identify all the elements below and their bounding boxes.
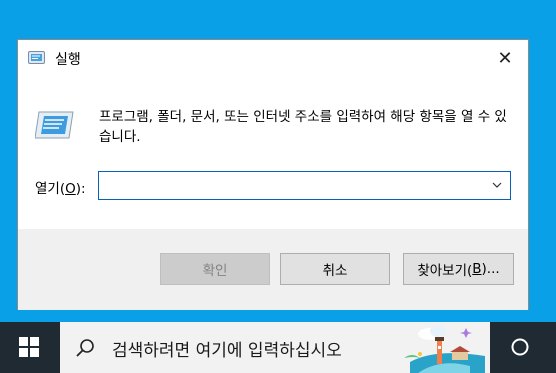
close-icon: ✕ — [497, 48, 513, 69]
dialog-description: 프로그램, 폴더, 문서, 또는 인터넷 주소를 입력하여 해당 항목을 열 수… — [99, 109, 507, 145]
ok-button[interactable]: 확인 — [160, 253, 270, 285]
cortana-circle-icon — [511, 338, 529, 356]
run-dialog: 실행 ✕ 프로그램, 폴더, 문서, 또는 인터넷 주소를 입력하여 해당 항목… — [17, 39, 529, 310]
taskbar: 검색하려면 여기에 입력하십시오 — [0, 322, 556, 373]
close-button[interactable]: ✕ — [482, 40, 528, 78]
windows-start-icon — [19, 337, 39, 357]
open-label: 열기(O): — [35, 181, 86, 197]
search-icon — [76, 339, 94, 357]
title-bar[interactable]: 실행 ✕ — [18, 40, 528, 78]
open-access-key: O — [65, 181, 76, 197]
browse-button[interactable]: 찾아보기(B)... — [403, 253, 514, 285]
run-app-icon — [28, 51, 45, 64]
cancel-button[interactable]: 취소 — [280, 253, 390, 285]
search-placeholder: 검색하려면 여기에 입력하십시오 — [112, 341, 342, 361]
button-area: 확인 취소 찾아보기(B)... — [18, 229, 528, 310]
search-highlight-illustration — [404, 325, 485, 373]
chevron-down-icon[interactable] — [491, 179, 503, 191]
run-large-icon — [35, 111, 74, 139]
open-combobox[interactable] — [98, 171, 511, 200]
dialog-title: 실행 — [55, 52, 81, 68]
cortana-button[interactable] — [496, 322, 546, 373]
taskbar-search-box[interactable]: 검색하려면 여기에 입력하십시오 — [60, 322, 490, 373]
start-button[interactable] — [0, 322, 58, 373]
